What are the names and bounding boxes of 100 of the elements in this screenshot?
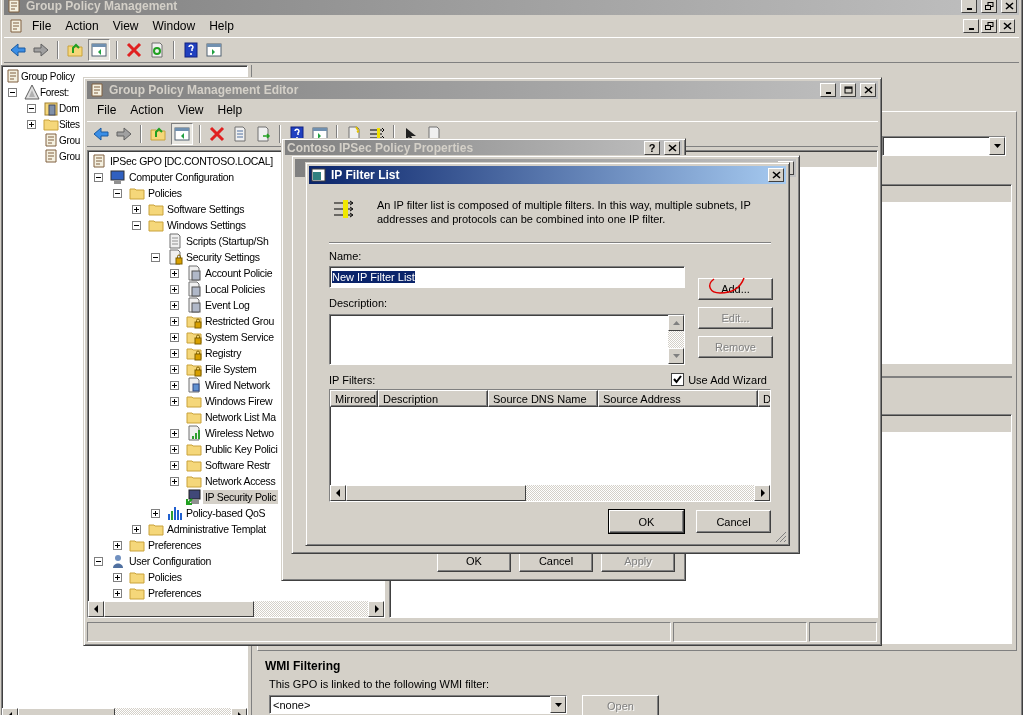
maximize-button[interactable] bbox=[840, 83, 856, 97]
tree-item[interactable]: User Configuration bbox=[127, 554, 214, 568]
column-header[interactable]: D bbox=[758, 390, 770, 407]
collapse-icon[interactable] bbox=[113, 188, 122, 198]
tree-item[interactable]: Network Access bbox=[203, 474, 278, 488]
collapse-icon[interactable] bbox=[8, 87, 17, 97]
column-header[interactable]: Source Address bbox=[598, 390, 758, 407]
collapse-icon[interactable] bbox=[94, 172, 103, 182]
delete-icon[interactable] bbox=[126, 42, 142, 58]
tree-item[interactable]: Scripts (Startup/Sh bbox=[184, 234, 271, 248]
tree-item[interactable]: File System bbox=[203, 362, 259, 376]
help-icon[interactable] bbox=[183, 42, 199, 58]
checkbox[interactable] bbox=[671, 373, 685, 386]
horizontal-scrollbar[interactable] bbox=[330, 485, 770, 501]
expand-icon[interactable] bbox=[170, 364, 179, 374]
menu-item[interactable]: View bbox=[171, 101, 210, 119]
menu-item[interactable]: Window bbox=[146, 17, 202, 35]
expand-icon[interactable] bbox=[170, 348, 179, 358]
expand-icon[interactable] bbox=[151, 508, 160, 518]
menu-item[interactable]: Action bbox=[124, 101, 170, 119]
tree-item[interactable]: Preferences bbox=[146, 586, 204, 600]
tree-item[interactable]: Wired Network bbox=[203, 378, 272, 392]
tree-item[interactable]: Local Policies bbox=[203, 282, 267, 296]
expand-icon[interactable] bbox=[27, 119, 36, 129]
tree-item[interactable]: Security Settings bbox=[184, 250, 262, 264]
horizontal-scrollbar[interactable] bbox=[88, 601, 384, 617]
close-button[interactable] bbox=[1001, 0, 1017, 13]
expand-icon[interactable] bbox=[170, 316, 179, 326]
wmi-filter-dropdown[interactable]: <none> bbox=[269, 695, 567, 714]
minimize-button[interactable] bbox=[820, 83, 836, 97]
expand-icon[interactable] bbox=[170, 428, 179, 438]
expand-icon[interactable] bbox=[170, 476, 179, 486]
pane-icon[interactable] bbox=[174, 126, 190, 142]
tree-item[interactable]: Network List Ma bbox=[203, 410, 278, 424]
tree-item[interactable]: Account Policie bbox=[203, 266, 275, 280]
column-header[interactable]: Description bbox=[378, 390, 488, 407]
pane-icon[interactable] bbox=[206, 42, 222, 58]
close-button[interactable] bbox=[768, 168, 784, 182]
tree-item[interactable]: Restricted Grou bbox=[203, 314, 277, 328]
menu-item[interactable]: Help bbox=[211, 101, 249, 119]
menu-item[interactable]: Help bbox=[203, 17, 240, 35]
tree-item[interactable]: Registry bbox=[203, 346, 244, 360]
tree-item[interactable]: Forest: bbox=[40, 85, 70, 99]
back-icon[interactable] bbox=[93, 126, 109, 142]
tree-item[interactable]: Dom bbox=[59, 101, 80, 115]
collapse-icon[interactable] bbox=[27, 103, 36, 113]
column-header[interactable]: Source DNS Name bbox=[488, 390, 598, 407]
tree-item[interactable]: Windows Firew bbox=[203, 394, 275, 408]
collapse-icon[interactable] bbox=[94, 556, 103, 566]
expand-icon[interactable] bbox=[170, 460, 179, 470]
tree-item[interactable]: Software Restr bbox=[203, 458, 273, 472]
dropdown[interactable] bbox=[882, 136, 1006, 156]
restore-button[interactable] bbox=[981, 0, 997, 13]
expand-icon[interactable] bbox=[170, 444, 179, 454]
help-button[interactable]: ? bbox=[644, 140, 660, 155]
restore-button[interactable] bbox=[981, 19, 997, 33]
tree-item[interactable]: Policies bbox=[146, 186, 184, 200]
collapse-icon[interactable] bbox=[151, 252, 160, 262]
expand-icon[interactable] bbox=[113, 540, 122, 550]
menu-item[interactable]: File bbox=[91, 101, 123, 119]
column-header[interactable]: Mirrored bbox=[330, 390, 378, 407]
expand-icon[interactable] bbox=[170, 332, 179, 342]
expand-icon[interactable] bbox=[170, 380, 179, 390]
description-field[interactable] bbox=[329, 314, 685, 365]
forward-icon[interactable] bbox=[33, 42, 49, 58]
tree-item[interactable]: Sites bbox=[59, 117, 80, 131]
menu-item[interactable]: Action bbox=[59, 17, 105, 35]
tree-item[interactable]: Administrative Templat bbox=[165, 522, 268, 536]
expand-icon[interactable] bbox=[170, 300, 179, 310]
dialog-button[interactable]: OK bbox=[609, 510, 684, 533]
tree-item[interactable]: Computer Configuration bbox=[127, 170, 236, 184]
expand-icon[interactable] bbox=[113, 588, 122, 598]
pane-icon[interactable] bbox=[91, 42, 107, 58]
dialog-button[interactable]: Cancel bbox=[696, 510, 771, 533]
minimize-button[interactable] bbox=[963, 19, 979, 33]
refresh-icon[interactable] bbox=[149, 42, 165, 58]
tree-item[interactable]: Group Policy bbox=[21, 69, 75, 83]
tree-item[interactable]: System Service bbox=[203, 330, 276, 344]
tree-item[interactable]: Wireless Netwo bbox=[203, 426, 276, 440]
menu-item[interactable]: File bbox=[26, 17, 58, 35]
expand-icon[interactable] bbox=[132, 524, 141, 534]
tree-item[interactable]: Preferences bbox=[146, 538, 204, 552]
tree-item[interactable]: Public Key Polici bbox=[203, 442, 280, 456]
export-icon[interactable] bbox=[255, 126, 271, 142]
close-button[interactable] bbox=[664, 140, 680, 155]
name-field[interactable]: New IP Filter List bbox=[329, 266, 685, 288]
expand-icon[interactable] bbox=[170, 284, 179, 294]
close-button[interactable] bbox=[860, 83, 876, 97]
tree-item[interactable]: Policies bbox=[146, 570, 184, 584]
tree-item[interactable]: Policy-based QoS bbox=[184, 506, 268, 520]
forward-icon[interactable] bbox=[116, 126, 132, 142]
expand-icon[interactable] bbox=[132, 204, 141, 214]
back-icon[interactable] bbox=[10, 42, 26, 58]
checkbox-label[interactable]: Use Add Wizard bbox=[688, 373, 767, 386]
tree-item[interactable]: IPSec GPO [DC.CONTOSO.LOCAL] bbox=[108, 154, 275, 168]
tree-item[interactable]: Grou bbox=[59, 149, 81, 163]
expand-icon[interactable] bbox=[170, 268, 179, 278]
tree-item[interactable]: Software Settings bbox=[165, 202, 247, 216]
tree-item[interactable]: Grou bbox=[59, 133, 81, 147]
delete-icon[interactable] bbox=[209, 126, 225, 142]
